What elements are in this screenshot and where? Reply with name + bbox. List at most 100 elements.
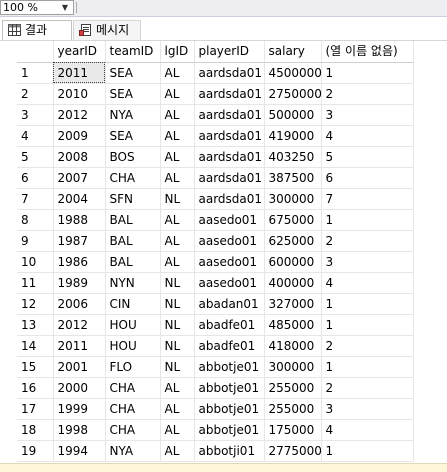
- cell-salary[interactable]: 500000: [264, 104, 322, 126]
- cell-teamid[interactable]: CHA: [105, 419, 161, 441]
- cell-unnamed[interactable]: 1: [321, 293, 414, 315]
- cell-lgid[interactable]: AL: [160, 419, 195, 441]
- column-header-unnamed[interactable]: (열 이름 없음): [321, 41, 414, 63]
- cell-unnamed[interactable]: 1: [321, 314, 414, 336]
- row-number[interactable]: 9: [17, 230, 54, 252]
- row-number[interactable]: 15: [17, 356, 54, 378]
- cell-salary[interactable]: 255000: [264, 377, 322, 399]
- cell-unnamed[interactable]: 2: [321, 377, 414, 399]
- column-header-playerid[interactable]: playerID: [194, 41, 265, 63]
- cell-salary[interactable]: 327000: [264, 293, 322, 315]
- cell-playerid[interactable]: abadfe01: [194, 335, 265, 357]
- cell-teamid[interactable]: NYN: [105, 272, 161, 294]
- row-number[interactable]: 13: [17, 314, 54, 336]
- cell-lgid[interactable]: AL: [160, 440, 195, 462]
- results-grid[interactable]: yearID teamID lgID playerID salary (열 이름…: [17, 41, 414, 462]
- tab-results[interactable]: 결과: [2, 20, 72, 40]
- row-number[interactable]: 10: [17, 251, 54, 273]
- cell-lgid[interactable]: AL: [160, 104, 195, 126]
- cell-playerid[interactable]: aardsda01: [194, 146, 265, 168]
- cell-salary[interactable]: 300000: [264, 188, 322, 210]
- row-number[interactable]: 12: [17, 293, 54, 315]
- chevron-down-icon[interactable]: ▼: [59, 2, 71, 13]
- cell-yearid[interactable]: 2012: [53, 104, 106, 126]
- cell-salary[interactable]: 255000: [264, 398, 322, 420]
- cell-playerid[interactable]: abadan01: [194, 293, 265, 315]
- horizontal-scrollbar[interactable]: [0, 463, 447, 472]
- cell-salary[interactable]: 2775000: [264, 440, 322, 462]
- cell-playerid[interactable]: aasedo01: [194, 251, 265, 273]
- cell-playerid[interactable]: aardsda01: [194, 167, 265, 189]
- cell-yearid[interactable]: 1986: [53, 251, 106, 273]
- row-number[interactable]: 8: [17, 209, 54, 231]
- cell-unnamed[interactable]: 3: [321, 251, 414, 273]
- cell-yearid[interactable]: 2000: [53, 377, 106, 399]
- cell-lgid[interactable]: AL: [160, 377, 195, 399]
- cell-yearid[interactable]: 1987: [53, 230, 106, 252]
- cell-unnamed[interactable]: 1: [321, 62, 414, 84]
- cell-lgid[interactable]: AL: [160, 209, 195, 231]
- cell-yearid[interactable]: 1994: [53, 440, 106, 462]
- cell-teamid[interactable]: HOU: [105, 314, 161, 336]
- cell-playerid[interactable]: abbotje01: [194, 398, 265, 420]
- cell-teamid[interactable]: NYA: [105, 104, 161, 126]
- cell-teamid[interactable]: BAL: [105, 209, 161, 231]
- cell-playerid[interactable]: aardsda01: [194, 104, 265, 126]
- cell-salary[interactable]: 2750000: [264, 83, 322, 105]
- cell-yearid[interactable]: 2011: [53, 62, 106, 84]
- cell-lgid[interactable]: NL: [160, 314, 195, 336]
- cell-teamid[interactable]: SEA: [105, 62, 161, 84]
- cell-lgid[interactable]: AL: [160, 167, 195, 189]
- cell-teamid[interactable]: SFN: [105, 188, 161, 210]
- cell-playerid[interactable]: abadfe01: [194, 314, 265, 336]
- cell-playerid[interactable]: aasedo01: [194, 209, 265, 231]
- cell-teamid[interactable]: BAL: [105, 251, 161, 273]
- cell-lgid[interactable]: AL: [160, 230, 195, 252]
- zoom-combo[interactable]: 100 % ▼: [0, 0, 74, 15]
- cell-playerid[interactable]: abbotje01: [194, 419, 265, 441]
- cell-playerid[interactable]: aasedo01: [194, 272, 265, 294]
- row-number[interactable]: 2: [17, 83, 54, 105]
- cell-teamid[interactable]: CHA: [105, 377, 161, 399]
- cell-salary[interactable]: 175000: [264, 419, 322, 441]
- row-number[interactable]: 17: [17, 398, 54, 420]
- cell-teamid[interactable]: CIN: [105, 293, 161, 315]
- cell-lgid[interactable]: NL: [160, 272, 195, 294]
- cell-yearid[interactable]: 2007: [53, 167, 106, 189]
- cell-playerid[interactable]: abbotje01: [194, 377, 265, 399]
- row-number[interactable]: 3: [17, 104, 54, 126]
- cell-lgid[interactable]: AL: [160, 62, 195, 84]
- cell-salary[interactable]: 625000: [264, 230, 322, 252]
- row-number[interactable]: 11: [17, 272, 54, 294]
- grid-corner[interactable]: [17, 41, 54, 63]
- cell-yearid[interactable]: 1998: [53, 419, 106, 441]
- cell-unnamed[interactable]: 5: [321, 146, 414, 168]
- cell-unnamed[interactable]: 1: [321, 356, 414, 378]
- row-number[interactable]: 19: [17, 440, 54, 462]
- cell-yearid[interactable]: 2009: [53, 125, 106, 147]
- cell-teamid[interactable]: BOS: [105, 146, 161, 168]
- column-header-yearid[interactable]: yearID: [53, 41, 106, 63]
- cell-yearid[interactable]: 1988: [53, 209, 106, 231]
- cell-teamid[interactable]: BAL: [105, 230, 161, 252]
- cell-salary[interactable]: 300000: [264, 356, 322, 378]
- row-number[interactable]: 14: [17, 335, 54, 357]
- cell-lgid[interactable]: NL: [160, 335, 195, 357]
- cell-teamid[interactable]: FLO: [105, 356, 161, 378]
- tab-messages[interactable]: 메시지: [73, 20, 141, 40]
- cell-unnamed[interactable]: 6: [321, 167, 414, 189]
- row-number[interactable]: 16: [17, 377, 54, 399]
- row-number[interactable]: 6: [17, 167, 54, 189]
- cell-unnamed[interactable]: 7: [321, 188, 414, 210]
- cell-yearid[interactable]: 2001: [53, 356, 106, 378]
- cell-lgid[interactable]: NL: [160, 188, 195, 210]
- cell-lgid[interactable]: NL: [160, 356, 195, 378]
- cell-unnamed[interactable]: 4: [321, 125, 414, 147]
- cell-salary[interactable]: 485000: [264, 314, 322, 336]
- cell-salary[interactable]: 675000: [264, 209, 322, 231]
- column-header-lgid[interactable]: lgID: [160, 41, 195, 63]
- cell-teamid[interactable]: CHA: [105, 398, 161, 420]
- row-number[interactable]: 7: [17, 188, 54, 210]
- cell-teamid[interactable]: NYA: [105, 440, 161, 462]
- cell-salary[interactable]: 4500000: [264, 62, 322, 84]
